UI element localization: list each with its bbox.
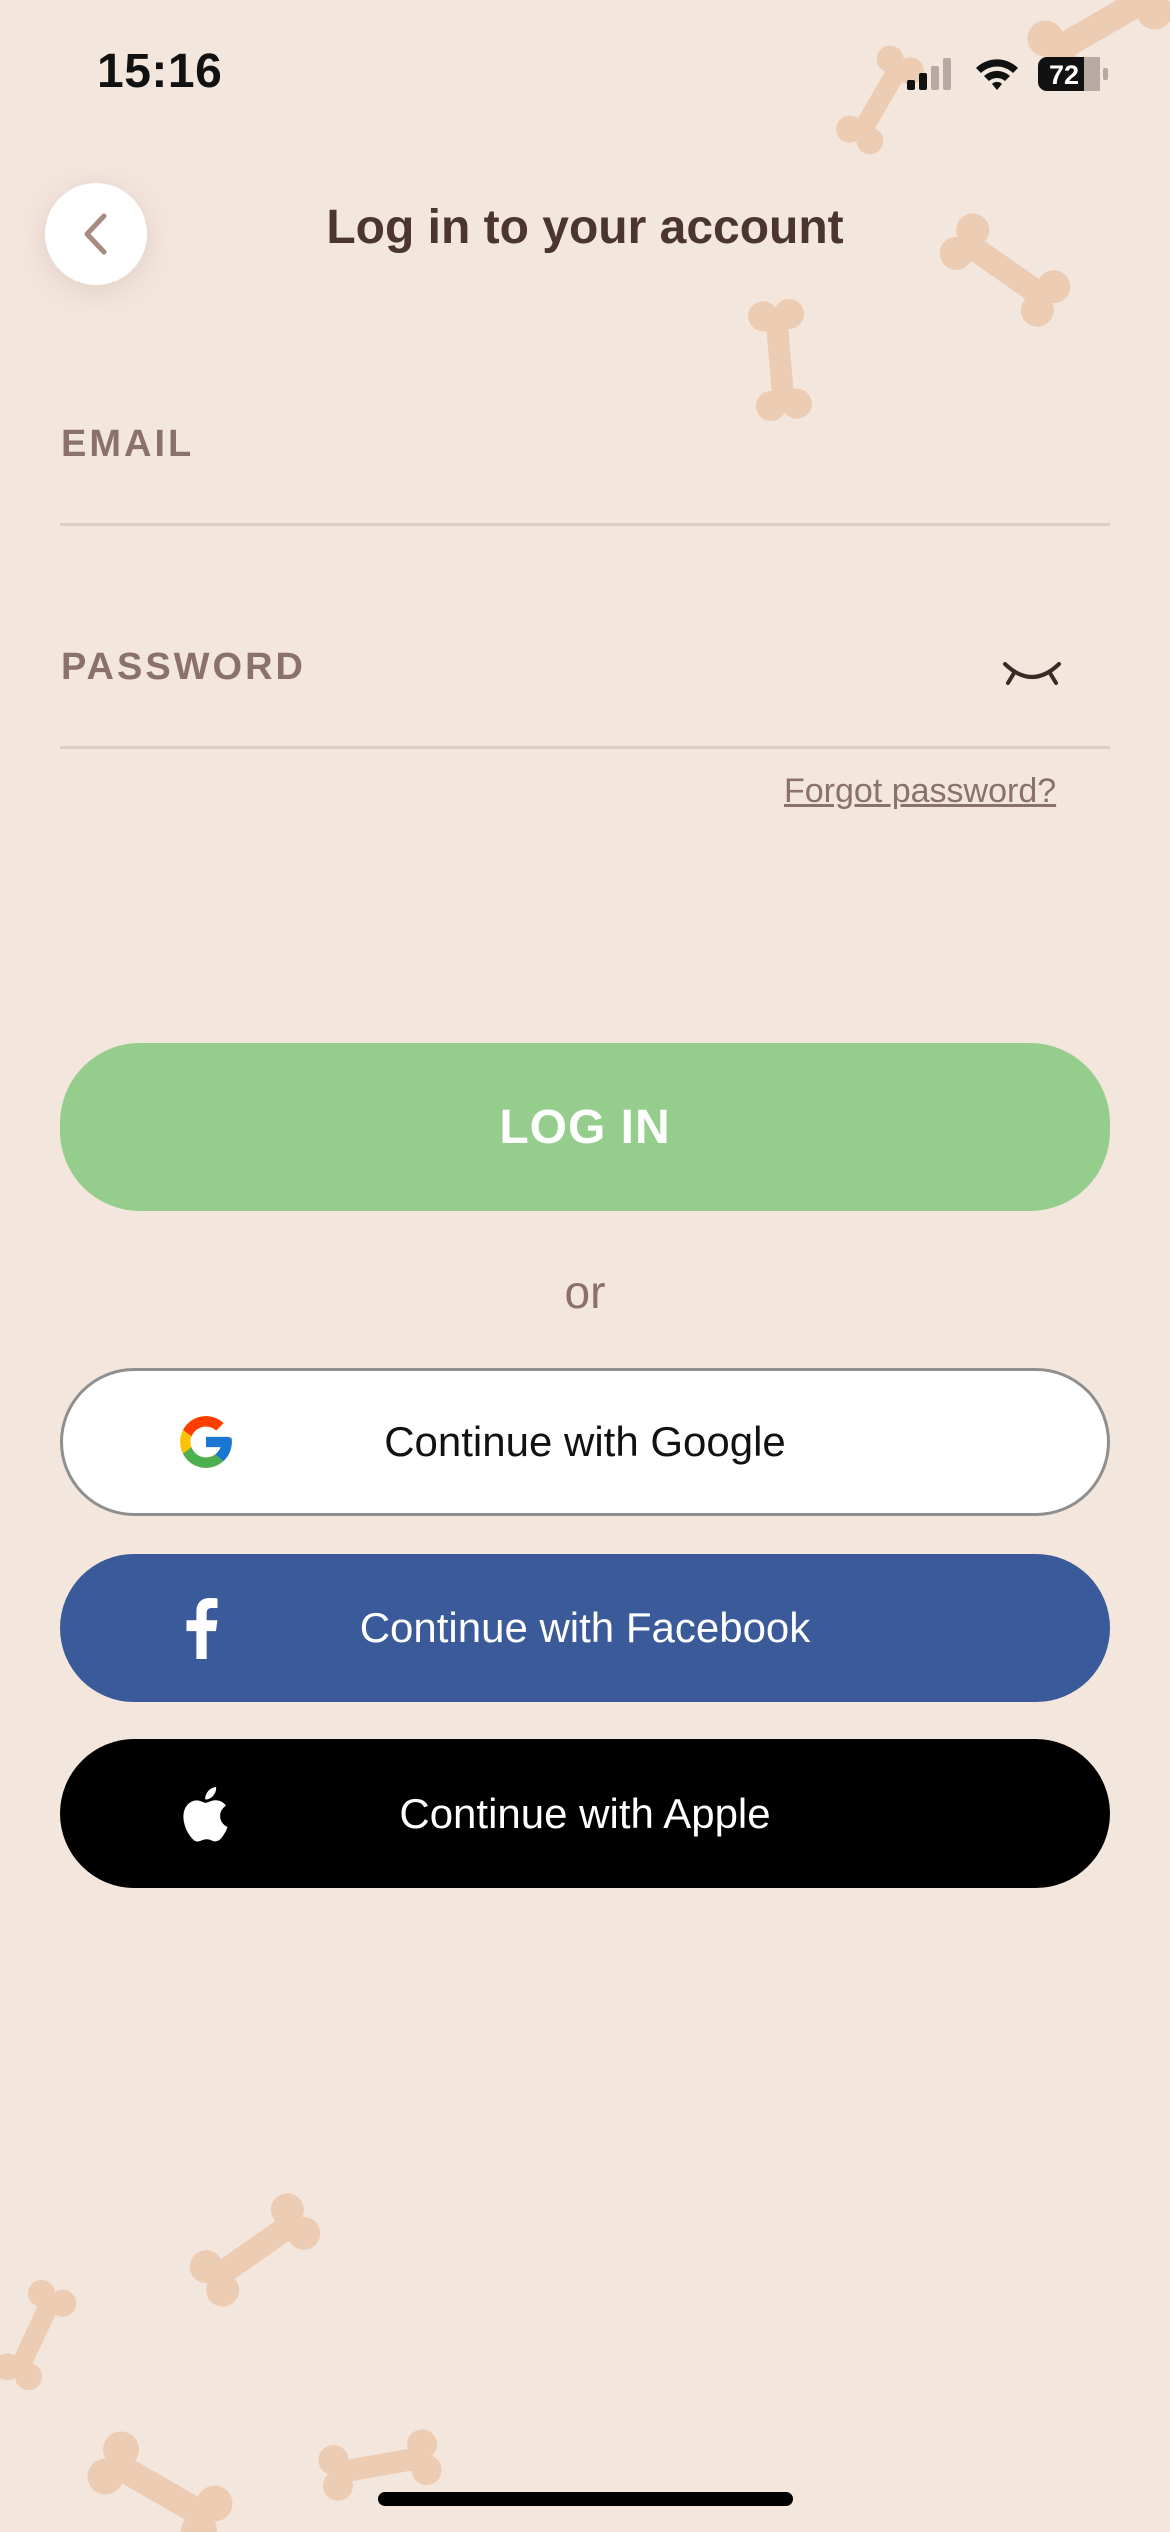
or-divider-text: or [564,1266,606,1318]
password-visibility-toggle[interactable] [1001,656,1063,697]
apple-button-label: Continue with Apple [399,1789,771,1837]
google-button-label: Continue with Google [384,1418,786,1465]
battery-icon: 72 [1038,57,1108,91]
eye-closed-icon [1003,662,1061,685]
login-button[interactable]: LOG IN [60,1043,1110,1211]
signal-icon [907,58,951,90]
page-title: Log in to your account [326,201,844,254]
continue-with-facebook-button[interactable]: Continue with Facebook [60,1554,1110,1702]
password-field[interactable] [60,633,984,715]
wifi-icon [976,59,1018,90]
status-icons: 72 [904,54,1114,101]
svg-text:72: 72 [1049,60,1079,90]
continue-with-apple-button[interactable]: Continue with Apple [60,1739,1110,1888]
continue-with-google-button[interactable]: Continue with Google [60,1368,1110,1516]
email-underline [60,523,1110,526]
apple-icon [172,1781,232,1847]
email-field[interactable] [60,410,1114,492]
facebook-button-label: Continue with Facebook [359,1604,811,1651]
password-underline [60,746,1110,749]
google-icon [175,1411,237,1473]
status-time: 15:16 [97,45,223,98]
login-button-label: LOG IN [499,1100,671,1154]
home-indicator [378,2492,793,2506]
facebook-icon [172,1597,232,1659]
forgot-password-link[interactable]: Forgot password? [784,772,1056,811]
